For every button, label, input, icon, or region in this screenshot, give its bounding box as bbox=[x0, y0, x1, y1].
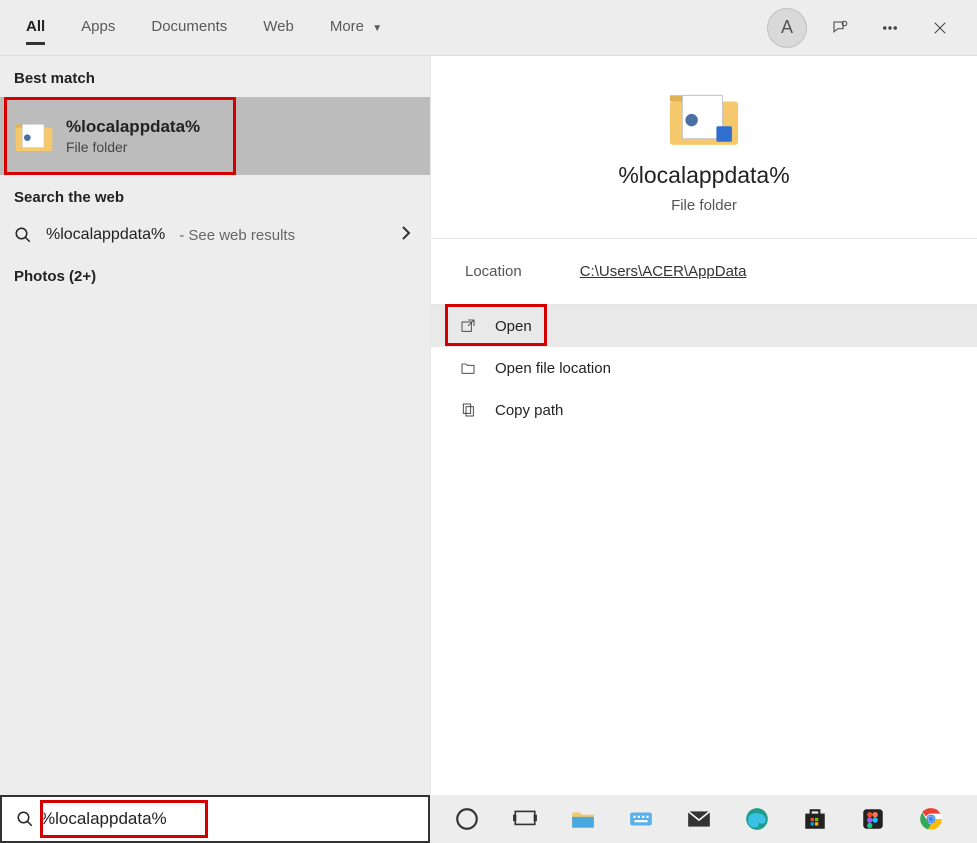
preview-title: %localappdata% bbox=[618, 162, 789, 189]
preview-header: %localappdata% File folder bbox=[431, 56, 977, 239]
web-result-suffix: - See web results bbox=[179, 227, 295, 244]
web-result-row[interactable]: %localappdata% - See web results bbox=[0, 216, 430, 254]
microsoft-store-icon[interactable] bbox=[800, 804, 830, 834]
tab-all[interactable]: All bbox=[8, 6, 63, 49]
action-copy-path[interactable]: Copy path bbox=[431, 389, 977, 431]
tab-apps[interactable]: Apps bbox=[63, 6, 133, 49]
edge-icon[interactable] bbox=[742, 804, 772, 834]
web-result-query: %localappdata% bbox=[46, 226, 165, 244]
taskbar bbox=[0, 795, 977, 843]
search-icon bbox=[14, 226, 32, 244]
open-icon bbox=[459, 317, 477, 335]
action-open-label: Open bbox=[495, 318, 532, 335]
best-match-heading: Best match bbox=[0, 56, 430, 97]
task-view-icon[interactable] bbox=[510, 804, 540, 834]
mail-icon[interactable] bbox=[684, 804, 714, 834]
location-label: Location bbox=[465, 263, 522, 280]
search-header: All Apps Documents Web More ▼ A bbox=[0, 0, 977, 56]
filter-tabs: All Apps Documents Web More ▼ bbox=[8, 6, 400, 49]
photos-heading[interactable]: Photos (2+) bbox=[0, 254, 430, 295]
taskbar-icons bbox=[430, 804, 946, 834]
cortana-icon[interactable] bbox=[452, 804, 482, 834]
best-match-title: %localappdata% bbox=[66, 117, 200, 137]
figma-icon[interactable] bbox=[858, 804, 888, 834]
user-avatar[interactable]: A bbox=[767, 8, 807, 48]
location-value[interactable]: C:\Users\ACER\AppData bbox=[580, 263, 747, 280]
close-icon[interactable] bbox=[923, 11, 957, 45]
tab-documents[interactable]: Documents bbox=[133, 6, 245, 49]
best-match-text: %localappdata% File folder bbox=[66, 117, 200, 155]
preview-subtitle: File folder bbox=[671, 197, 737, 214]
file-explorer-icon[interactable] bbox=[568, 804, 598, 834]
best-match-row[interactable]: %localappdata% File folder bbox=[0, 97, 430, 175]
action-open-file-location[interactable]: Open file location bbox=[431, 347, 977, 389]
search-input[interactable] bbox=[40, 809, 420, 829]
tab-more-label: More bbox=[330, 18, 364, 35]
preview-pane: %localappdata% File folder Location C:\U… bbox=[430, 56, 977, 795]
chevron-right-icon bbox=[400, 225, 412, 246]
search-box[interactable] bbox=[0, 795, 430, 843]
search-icon bbox=[16, 810, 34, 828]
action-open[interactable]: Open bbox=[431, 305, 977, 347]
action-open-loc-label: Open file location bbox=[495, 360, 611, 377]
chevron-down-icon: ▼ bbox=[372, 23, 382, 34]
chrome-icon[interactable] bbox=[916, 804, 946, 834]
folder-icon bbox=[666, 86, 742, 148]
tab-more[interactable]: More ▼ bbox=[312, 6, 400, 49]
on-screen-keyboard-icon[interactable] bbox=[626, 804, 656, 834]
tab-web[interactable]: Web bbox=[245, 6, 312, 49]
location-row: Location C:\Users\ACER\AppData bbox=[431, 239, 977, 305]
search-web-heading: Search the web bbox=[0, 175, 430, 216]
header-actions: A bbox=[767, 8, 969, 48]
copy-icon bbox=[459, 401, 477, 419]
more-options-icon[interactable] bbox=[873, 11, 907, 45]
folder-open-icon bbox=[459, 359, 477, 377]
feedback-icon[interactable] bbox=[823, 11, 857, 45]
results-pane: Best match %localappdata% File folder Se… bbox=[0, 56, 430, 795]
best-match-subtitle: File folder bbox=[66, 139, 200, 155]
action-copy-path-label: Copy path bbox=[495, 402, 563, 419]
main-content: Best match %localappdata% File folder Se… bbox=[0, 56, 977, 795]
folder-icon bbox=[14, 119, 54, 153]
